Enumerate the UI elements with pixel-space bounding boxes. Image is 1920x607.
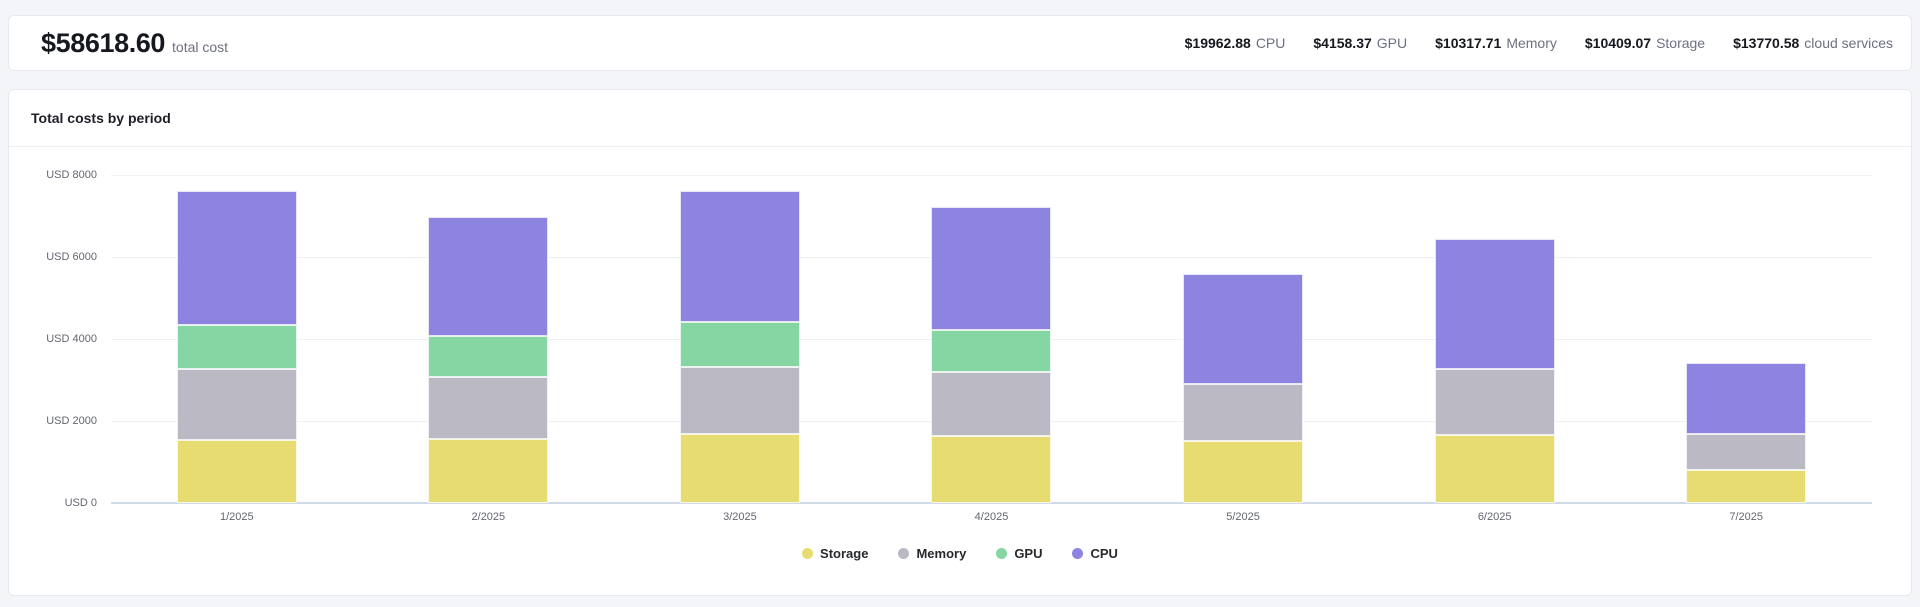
legend-dot-icon <box>802 548 814 559</box>
legend-label: Storage <box>820 546 869 561</box>
plot-area: 1/2025 2/2025 3/2025 4/2025 5/2025 6/2025 7/20… <box>111 175 1872 523</box>
bar-slot <box>866 175 1118 503</box>
bar-segment-memory <box>1686 433 1807 470</box>
bar-segment-storage <box>1183 440 1304 503</box>
stat-label: GPU <box>1376 35 1408 51</box>
chart-legend: Storage Memory GPU CPU <box>9 546 1911 561</box>
chart-panel-header: Total costs by period <box>9 90 1911 147</box>
x-axis-label: 5/2025 <box>1226 511 1260 523</box>
summary-stat: $19962.88 CPU <box>1185 35 1286 51</box>
summary-stat: $10317.71 Memory <box>1435 35 1557 51</box>
stacked-bar <box>1434 175 1555 503</box>
stat-value: $13770.58 <box>1733 35 1800 51</box>
x-axis-label: 4/2025 <box>974 511 1009 523</box>
bar-segment-cpu <box>1434 239 1555 369</box>
bar-segment-cpu <box>1183 273 1304 385</box>
page: $58618.60 total cost $19962.88 CPU $4158.3… <box>0 0 1920 596</box>
stacked-bar <box>679 175 800 503</box>
summary-stat: $10409.07 Storage <box>1585 35 1705 51</box>
stacked-bar <box>176 175 297 503</box>
chart-panel: Total costs by period 1/2025 2/2025 3/2025… <box>8 89 1912 596</box>
stat-label: cloud services <box>1804 35 1893 51</box>
bar-segment-memory <box>679 366 800 435</box>
stat-label: Memory <box>1506 35 1557 51</box>
bar-segment-cpu <box>931 206 1052 331</box>
bar-segment-storage <box>428 438 549 503</box>
stat-label: Storage <box>1656 35 1706 51</box>
legend-item-gpu[interactable]: GPU <box>996 546 1042 561</box>
summary-stat: $4158.37 GPU <box>1313 35 1407 51</box>
bar-segment-memory <box>1183 384 1304 441</box>
stat-value: $10317.71 <box>1435 35 1502 51</box>
stat-label: CPU <box>1255 35 1286 51</box>
chart-body: 1/2025 2/2025 3/2025 4/2025 5/2025 6/2025 7/20… <box>9 147 1911 595</box>
bar-slot <box>614 175 866 503</box>
bar-segment-storage <box>1434 434 1555 503</box>
bar-slot <box>111 175 363 503</box>
x-axis-label: 3/2025 <box>723 511 757 523</box>
x-axis-label: 6/2025 <box>1477 511 1512 523</box>
bar-segment-memory <box>1434 368 1555 435</box>
bar-segment-gpu <box>428 336 549 377</box>
y-axis-label: USD 6000 <box>46 251 97 263</box>
y-axis-label: USD 4000 <box>46 333 97 345</box>
bar-segment-memory <box>176 368 297 440</box>
total-cost-label: total cost <box>172 38 229 55</box>
bar-segment-memory <box>931 372 1052 436</box>
legend-label: GPU <box>1014 546 1043 561</box>
legend-item-storage[interactable]: Storage <box>802 546 868 561</box>
bar-segment-gpu <box>176 325 297 369</box>
legend-item-cpu[interactable]: CPU <box>1072 546 1118 561</box>
bar-segment-cpu <box>1686 363 1807 434</box>
total-cost-group: $58618.60 total cost <box>41 28 228 59</box>
stat-value: $10409.07 <box>1584 35 1652 51</box>
bar-segment-gpu <box>679 322 800 367</box>
legend-item-memory[interactable]: Memory <box>898 546 966 561</box>
bar-slot <box>363 175 615 503</box>
bar-segment-storage <box>931 435 1052 503</box>
bar-segment-gpu <box>931 330 1052 373</box>
bar-segment-cpu <box>428 217 549 337</box>
cost-summary-bar: $58618.60 total cost $19962.88 CPU $4158.3… <box>8 15 1912 71</box>
legend-label: Memory <box>916 546 967 561</box>
stat-value: $19962.88 <box>1184 35 1251 51</box>
stacked-bar <box>1183 175 1304 503</box>
bar-slot <box>1117 175 1369 503</box>
bar-segment-memory <box>428 376 549 439</box>
bar-slot <box>1620 175 1872 503</box>
chart-title: Total costs by period <box>31 110 171 126</box>
x-axis-label: 7/2025 <box>1729 511 1764 523</box>
legend-dot-icon <box>996 548 1008 559</box>
y-axis-label: USD 8000 <box>46 169 97 181</box>
summary-stat: $13770.58 cloud services <box>1733 35 1893 51</box>
total-cost-value: $58618.60 <box>41 27 166 58</box>
bar-segment-cpu <box>176 191 297 326</box>
cost-breakdown-stats: $19962.88 CPU $4158.37 GPU $10317.71 Memory $1… <box>1185 35 1893 51</box>
bar-segment-storage <box>1686 469 1807 503</box>
stat-value: $4158.37 <box>1313 35 1372 51</box>
legend-dot-icon <box>1072 548 1084 559</box>
bar-segment-cpu <box>679 191 800 323</box>
bar-slot <box>1369 175 1621 503</box>
x-axis-label: 2/2025 <box>471 511 506 523</box>
y-axis-label: USD 0 <box>64 497 97 509</box>
stacked-bar <box>931 175 1052 503</box>
stacked-bar <box>1686 175 1807 503</box>
legend-label: CPU <box>1090 546 1118 561</box>
bar-segment-storage <box>679 434 800 503</box>
stacked-bar <box>428 175 549 503</box>
y-axis-label: USD 2000 <box>46 415 97 427</box>
legend-dot-icon <box>898 548 910 559</box>
bar-segment-storage <box>176 439 297 503</box>
x-axis-label: 1/2025 <box>219 511 254 523</box>
